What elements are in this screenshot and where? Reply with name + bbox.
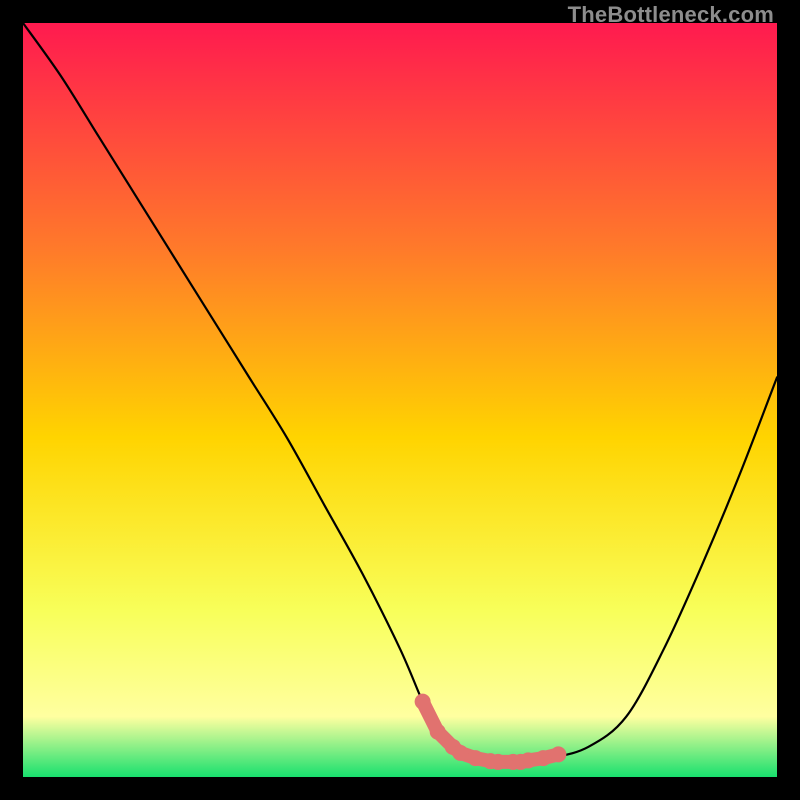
marker-dot	[550, 746, 566, 762]
marker-dot	[520, 752, 536, 768]
chart-frame	[23, 23, 777, 777]
gradient-background	[23, 23, 777, 777]
marker-dot	[415, 694, 431, 710]
watermark-text: TheBottleneck.com	[568, 2, 774, 28]
marker-dot	[430, 724, 446, 740]
marker-dot	[490, 754, 506, 770]
marker-dot	[467, 750, 483, 766]
marker-dot	[452, 745, 468, 761]
bottleneck-chart	[23, 23, 777, 777]
marker-dot	[535, 750, 551, 766]
